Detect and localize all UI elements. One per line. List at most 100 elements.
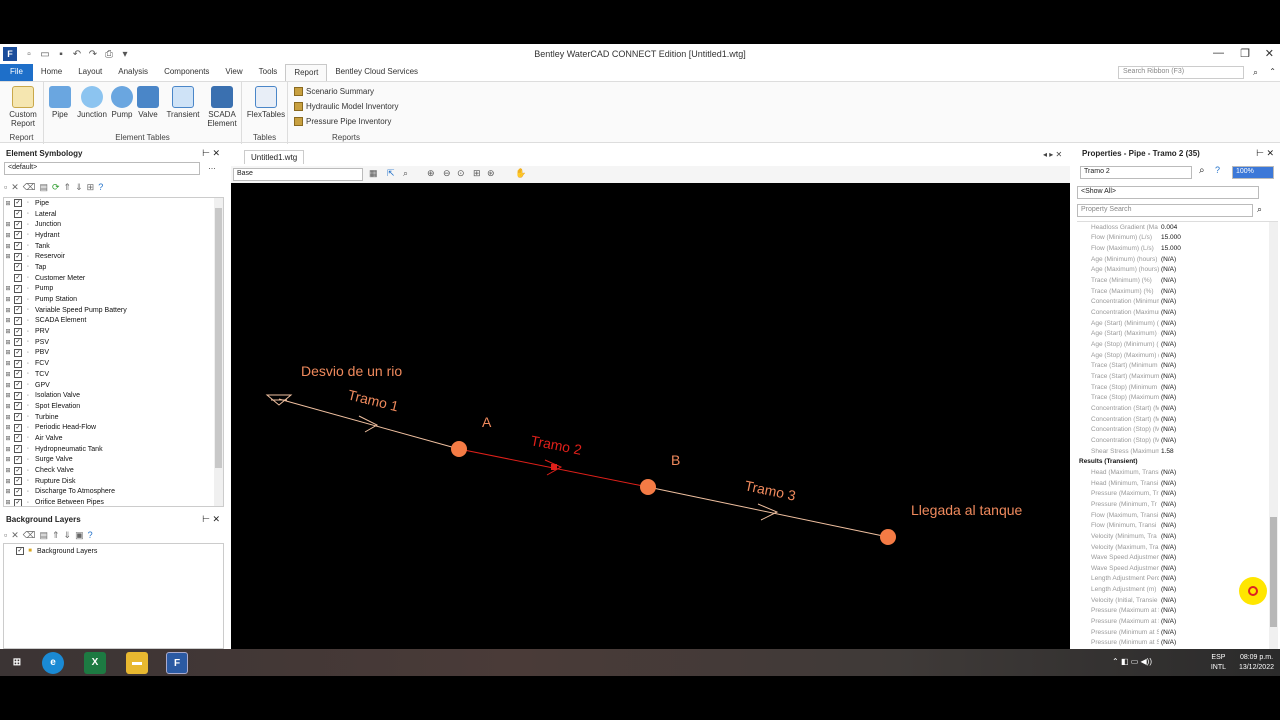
expand-icon[interactable]: ⊞ bbox=[4, 296, 12, 303]
expand-icon[interactable]: ⊞ bbox=[4, 456, 12, 463]
expand-icon[interactable]: ⊞ bbox=[4, 371, 12, 378]
tree-item[interactable]: ⊞ ✓ ◦ FCV bbox=[4, 358, 223, 369]
tree-item[interactable]: ⊞ ✓ ◦ PRV bbox=[4, 326, 223, 337]
tree-item[interactable]: ⊞ ✓ ◦ Spot Elevation bbox=[4, 401, 223, 412]
tree-item[interactable]: ⊞ ✓ ◦ Variable Speed Pump Battery bbox=[4, 305, 223, 316]
new-icon[interactable]: ▫ bbox=[4, 182, 7, 192]
checkbox[interactable]: ✓ bbox=[14, 295, 22, 304]
property-row[interactable]: Concentration (Start) (M (N/A) bbox=[1077, 414, 1278, 425]
tab-components[interactable]: Components bbox=[156, 64, 217, 81]
rename-icon[interactable]: ⌫ bbox=[23, 182, 36, 193]
new-icon[interactable]: ▫ bbox=[4, 530, 7, 540]
tree-item[interactable]: ⊞ ✓ ◦ Turbine bbox=[4, 412, 223, 423]
tank-node[interactable] bbox=[880, 529, 896, 545]
expand-icon[interactable]: ⊞ bbox=[4, 382, 12, 389]
property-row[interactable]: Wave Speed Adjustmen (N/A) bbox=[1077, 552, 1278, 563]
panel-pin-close-icon[interactable]: ⊢ ✕ bbox=[202, 148, 220, 159]
zoom-out-icon[interactable]: ⊖ bbox=[443, 168, 451, 179]
tree-item[interactable]: ⊞ ✓ ◦ Junction bbox=[4, 219, 223, 230]
property-row[interactable]: Concentration (Stop) (M (N/A) bbox=[1077, 424, 1278, 435]
tree-item[interactable]: ⊞ ✓ ◦ PBV bbox=[4, 348, 223, 359]
expand-icon[interactable]: ⊞ bbox=[4, 307, 12, 314]
tree-item[interactable]: ⊞ ✓ ◦ Pump Station bbox=[4, 294, 223, 305]
property-row[interactable]: Trace (Maximum) (%) (N/A) bbox=[1077, 286, 1278, 297]
tree-item[interactable]: ⊞ ✓ ◦ PSV bbox=[4, 337, 223, 348]
tree-item[interactable]: ⊞ ✓ ◦ Pipe bbox=[4, 198, 223, 209]
property-row[interactable]: Head (Minimum, Transi (N/A) bbox=[1077, 478, 1278, 489]
junction-button[interactable]: Junction bbox=[76, 86, 108, 119]
tree-item[interactable]: ⊞ ✓ ◦ Air Valve bbox=[4, 433, 223, 444]
collapse-ribbon-icon[interactable]: ⌃ bbox=[1269, 67, 1276, 76]
expand-icon[interactable]: ⊞ bbox=[4, 499, 12, 506]
checkbox[interactable]: ✓ bbox=[14, 423, 22, 432]
expand-icon[interactable]: ⊞ bbox=[4, 328, 12, 335]
expand-icon[interactable]: ⊞ bbox=[4, 349, 12, 356]
property-row[interactable]: Flow (Minimum, Transi (N/A) bbox=[1077, 520, 1278, 531]
property-row[interactable]: Pressure (Maximum at S (N/A) bbox=[1077, 606, 1278, 617]
tree-item[interactable]: ⊞ ✓ ◦ Orifice Between Pipes bbox=[4, 497, 223, 506]
tree-item[interactable]: ⊞ ✓ ◦ Rupture Disk bbox=[4, 476, 223, 487]
checkbox[interactable]: ✓ bbox=[14, 274, 22, 283]
layer-select[interactable]: Base bbox=[233, 168, 363, 181]
app-logo-icon[interactable]: F bbox=[3, 47, 17, 61]
checkbox[interactable]: ✓ bbox=[14, 306, 22, 315]
drawing-canvas[interactable]: Desvio de un rio Tramo 1 Tramo 2 Tramo 3… bbox=[231, 183, 1070, 649]
property-row[interactable]: Pressure (Minimum, Tr (N/A) bbox=[1077, 499, 1278, 510]
checkbox[interactable]: ✓ bbox=[14, 477, 22, 486]
expand-icon[interactable]: ⊞ bbox=[4, 446, 12, 453]
tree-item[interactable]: ⊞ ✓ ◦ Hydropneumatic Tank bbox=[4, 444, 223, 455]
checkbox[interactable]: ✓ bbox=[14, 445, 22, 454]
minimize-icon[interactable]: — bbox=[1213, 47, 1224, 59]
language-indicator[interactable]: ESP INTL bbox=[1211, 653, 1226, 673]
property-row[interactable]: Head (Maximum, Transi (N/A) bbox=[1077, 467, 1278, 478]
expand-icon[interactable]: ⊞ bbox=[4, 403, 12, 410]
property-filter-select[interactable]: <Show All> bbox=[1077, 186, 1259, 199]
property-row[interactable]: Velocity (Maximum, Tra (N/A) bbox=[1077, 542, 1278, 553]
scenario-summary-button[interactable]: Scenario Summary bbox=[294, 87, 374, 96]
watercad-taskbar-icon[interactable]: F bbox=[166, 652, 188, 674]
tree-item[interactable]: ⊞ ✓ ◦ Check Valve bbox=[4, 465, 223, 476]
checkbox[interactable]: ✓ bbox=[14, 434, 22, 443]
more-options-icon[interactable]: … bbox=[208, 162, 216, 171]
delete-icon[interactable]: ✕ bbox=[11, 182, 19, 193]
expand-icon[interactable]: ⊞ bbox=[4, 339, 12, 346]
tree-item[interactable]: ⊞ ✓ ◦ Pump bbox=[4, 284, 223, 295]
checkbox[interactable]: ✓ bbox=[14, 370, 22, 379]
expand-icon[interactable]: ⊞ bbox=[4, 488, 12, 495]
scroll-thumb[interactable] bbox=[1270, 517, 1277, 627]
properties-icon[interactable]: ▣ bbox=[75, 530, 84, 541]
excel-icon[interactable]: X bbox=[84, 652, 106, 674]
checkbox[interactable]: ✓ bbox=[14, 391, 22, 400]
property-row[interactable]: Flow (Maximum, Transi (N/A) bbox=[1077, 510, 1278, 521]
help-icon[interactable]: ? bbox=[98, 182, 103, 192]
clock[interactable]: 08:09 p.m. 13/12/2022 bbox=[1239, 653, 1274, 673]
property-row[interactable]: Concentration (Stop) (M (N/A) bbox=[1077, 435, 1278, 446]
delete-icon[interactable]: ✕ bbox=[11, 530, 19, 541]
expand-icon[interactable]: ⊞ bbox=[4, 478, 12, 485]
junction-node-a[interactable] bbox=[451, 441, 467, 457]
checkbox[interactable]: ✓ bbox=[14, 252, 22, 261]
expand-icon[interactable]: ⊞ bbox=[4, 424, 12, 431]
zoom-window-icon[interactable]: ⌕ bbox=[403, 168, 408, 179]
tab-document[interactable]: Untitled1.wtg bbox=[244, 150, 305, 164]
property-row[interactable]: Age (Stop) (Maximum) ((N/A) bbox=[1077, 350, 1278, 361]
tree-item[interactable]: ⊞ ✓ ◦ Reservoir bbox=[4, 251, 223, 262]
shift-up-icon[interactable]: ⇑ bbox=[52, 530, 60, 541]
shift-up-icon[interactable]: ⇑ bbox=[64, 182, 72, 193]
property-row[interactable]: Flow (Minimum) (L/s) 15.000 bbox=[1077, 233, 1278, 244]
expand-icon[interactable]: ⊞ bbox=[4, 414, 12, 421]
tab-view[interactable]: View bbox=[217, 64, 250, 81]
selection-handle[interactable] bbox=[551, 464, 557, 470]
checkbox[interactable]: ✓ bbox=[14, 455, 22, 464]
tree-item[interactable]: ⊞ ✓ ◦ TCV bbox=[4, 369, 223, 380]
tab-tools[interactable]: Tools bbox=[251, 64, 286, 81]
close-window-icon[interactable]: ✕ bbox=[1265, 47, 1274, 60]
windows-start-icon[interactable]: ⊞ bbox=[6, 652, 28, 674]
tree-item[interactable]: ✓ ◦ Tap bbox=[4, 262, 223, 273]
tab-home[interactable]: Home bbox=[33, 64, 70, 81]
checkbox[interactable]: ✓ bbox=[14, 231, 22, 240]
document-tab-controls[interactable]: ◂ ▸ ✕ bbox=[1043, 150, 1062, 159]
checkbox[interactable]: ✓ bbox=[14, 381, 22, 390]
customize-qat-icon[interactable]: ▾ bbox=[119, 49, 131, 60]
checkbox[interactable]: ✓ bbox=[14, 359, 22, 368]
